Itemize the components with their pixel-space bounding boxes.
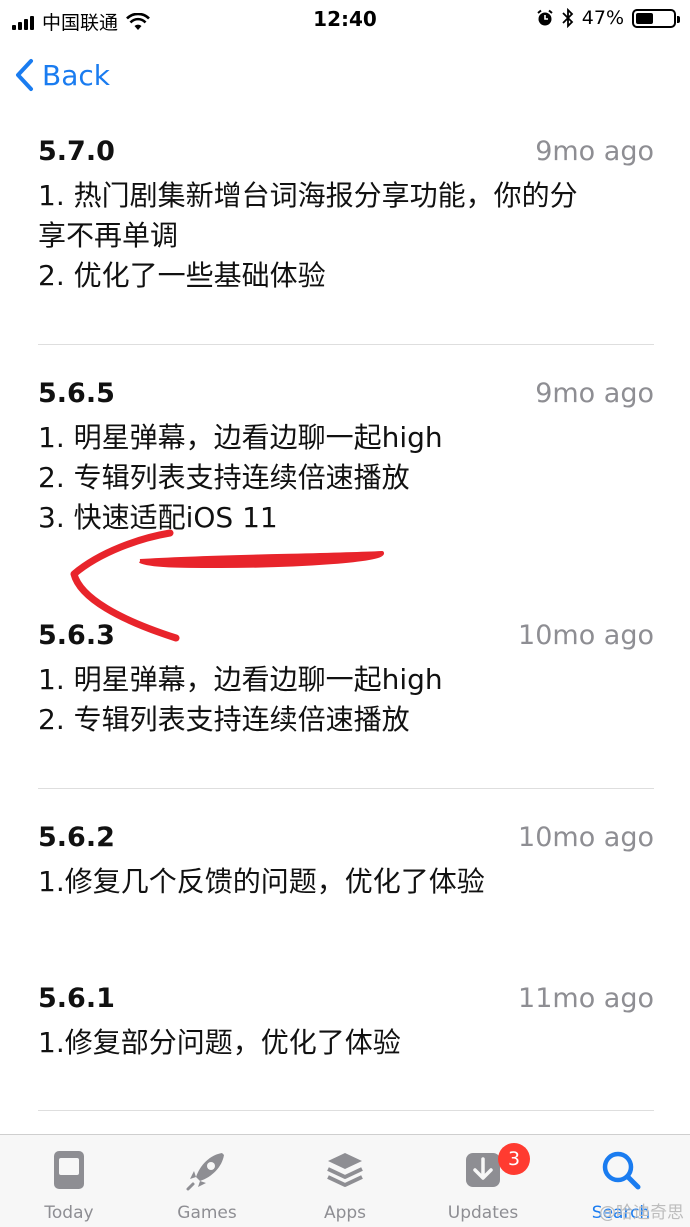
tab-label: Today [44,1203,94,1223]
battery-percent: 47% [581,7,624,29]
version-entry: 5.6.2 10mo ago 1.修复几个反馈的问题，优化了体验 [38,806,654,902]
nav-bar: Back [0,40,690,120]
tab-apps[interactable]: Apps [276,1135,414,1227]
divider [38,1110,654,1111]
version-entry: 5.6.1 11mo ago 1.修复部分问题，优化了体验 [38,967,654,1063]
version-date: 11mo ago [518,983,654,1014]
version-number: 5.6.3 [38,620,115,651]
version-number: 5.6.2 [38,822,115,853]
today-icon [54,1151,84,1189]
status-right: 47% [536,7,680,29]
back-label: Back [42,58,110,92]
version-entry: 5.6.5 9mo ago 1. 明星弹幕，边看边聊一起high 2. 专辑列表… [38,362,654,538]
divider [38,344,654,345]
tab-label: Games [177,1203,237,1223]
battery-icon [632,8,680,28]
tab-label: Apps [323,1203,367,1223]
version-date: 9mo ago [535,136,654,167]
search-icon [602,1151,641,1190]
status-bar: 中国联通 12:40 47% [0,0,690,40]
release-notes: 1.修复部分问题，优化了体验 [38,1026,401,1059]
back-button[interactable]: Back [14,58,110,92]
version-entry: 5.7.0 9mo ago 1. 热门剧集新增台词海报分享功能，你的分 享不再单… [38,120,654,296]
chevron-left-icon [16,59,33,91]
watermark: @哈迪奇思 [599,1203,684,1223]
version-entry: 5.6.3 10mo ago 1. 明星弹幕，边看边聊一起high 2. 专辑列… [38,604,654,740]
bluetooth-icon [562,8,574,28]
tab-games[interactable]: Games [138,1135,276,1227]
version-number: 5.6.1 [38,983,115,1014]
version-date: 10mo ago [518,822,654,853]
rocket-icon [186,1153,224,1191]
release-notes: 1.修复几个反馈的问题，优化了体验 [38,865,485,898]
tab-today[interactable]: Today [0,1135,138,1227]
tab-label: Updates [447,1203,519,1223]
layers-icon [327,1153,363,1187]
version-number: 5.6.5 [38,378,115,409]
release-notes: 1. 明星弹幕，边看边聊一起high 2. 专辑列表支持连续倍速播放 [38,663,443,736]
tab-updates[interactable]: 3 Updates [414,1135,552,1227]
updates-badge: 3 [498,1143,530,1175]
alarm-icon [537,9,553,26]
version-date: 10mo ago [518,620,654,651]
version-number: 5.7.0 [38,136,115,167]
divider [38,788,654,789]
release-notes: 1. 明星弹幕，边看边聊一起high 2. 专辑列表支持连续倍速播放 3. 快速… [38,421,443,534]
release-notes: 1. 热门剧集新增台词海报分享功能，你的分 享不再单调 2. 优化了一些基础体验 [38,179,578,292]
version-date: 9mo ago [535,378,654,409]
tab-bar: Today Games Apps 3 Updates Search @哈迪奇思 [0,1134,690,1227]
